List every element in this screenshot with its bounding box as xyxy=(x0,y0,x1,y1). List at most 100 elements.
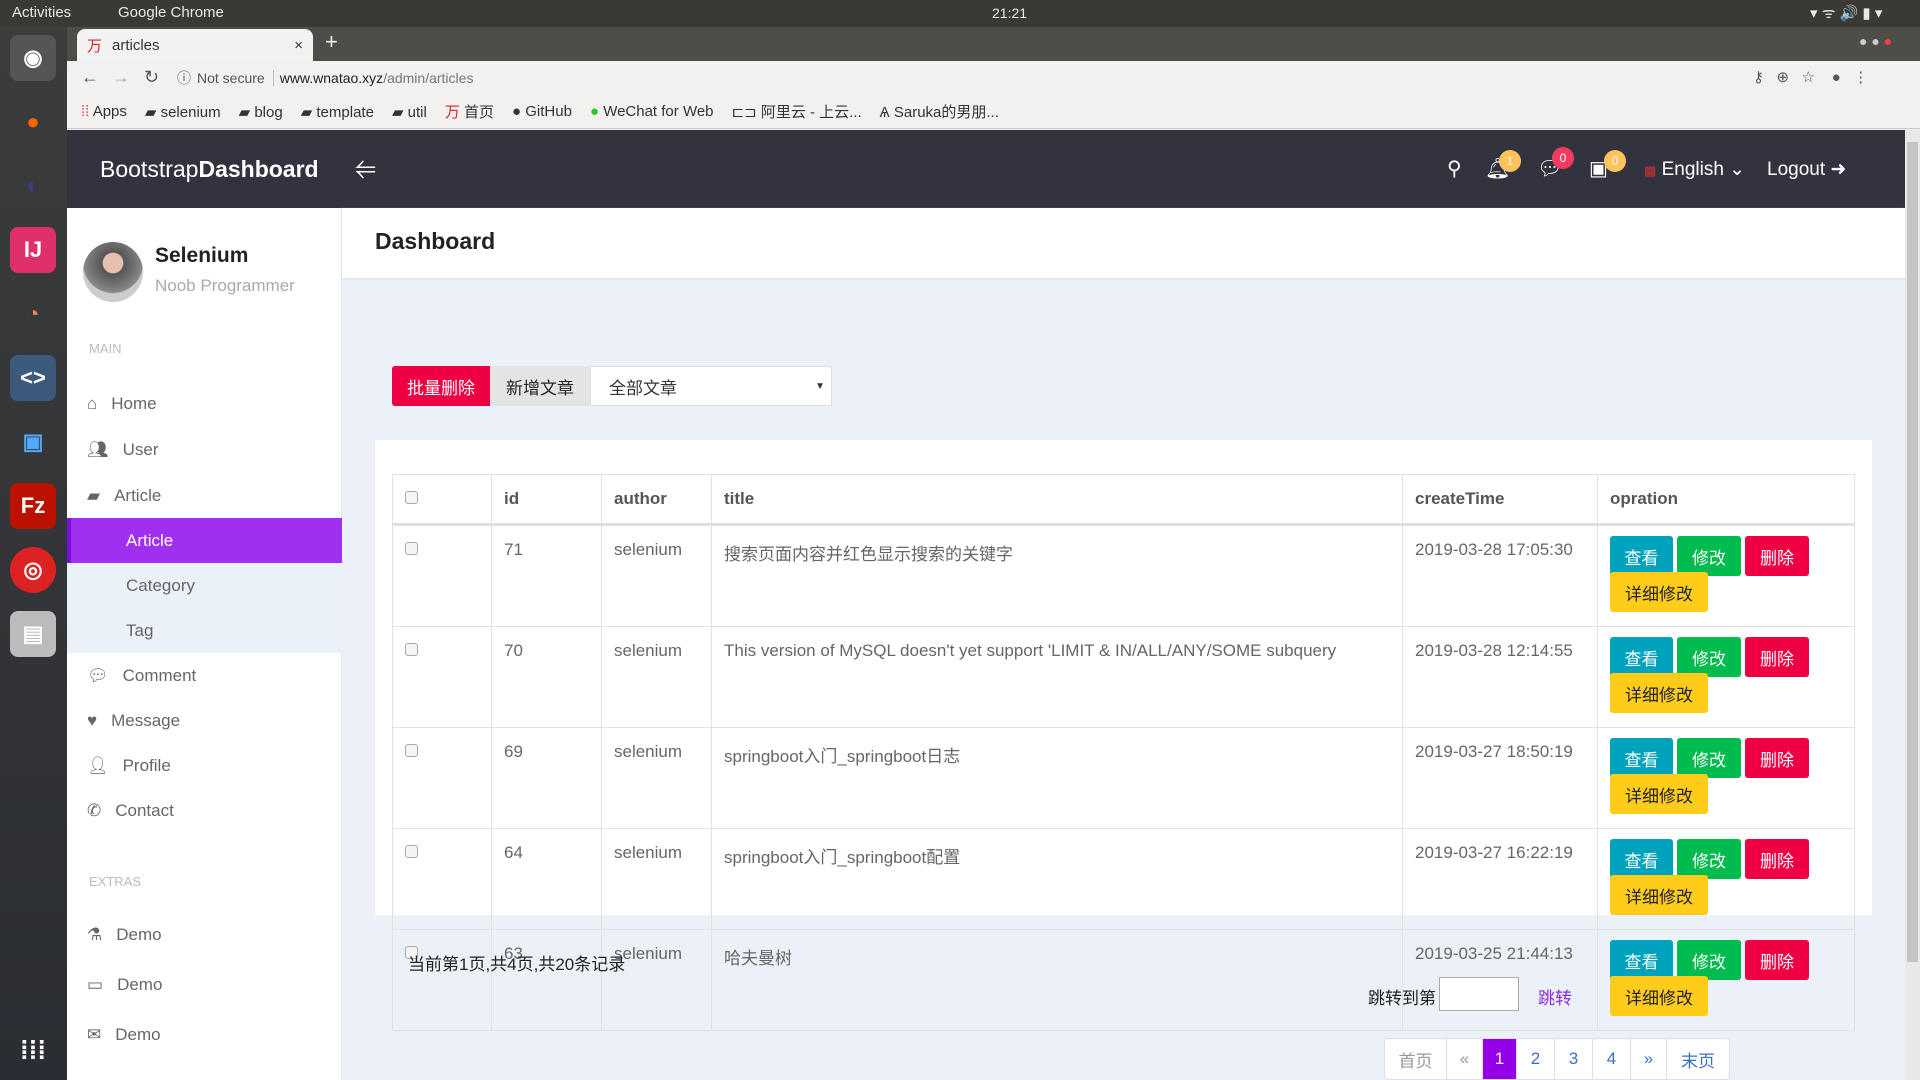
netease-music-icon[interactable]: ◎ xyxy=(10,547,56,593)
bookmark-saruka[interactable]: Ѧ Saruka的男朋... xyxy=(880,101,999,122)
first-page-button[interactable]: 首页 xyxy=(1385,1039,1447,1079)
url-host: www.wnatao.xyz xyxy=(279,70,384,86)
window-controls[interactable]: ● ● ● xyxy=(1859,33,1913,49)
detail-edit-button[interactable]: 详细修改 xyxy=(1610,572,1708,612)
firefox-icon[interactable]: ● xyxy=(10,99,56,145)
view-button[interactable]: 查看 xyxy=(1610,738,1673,778)
chrome-icon[interactable]: ◉ xyxy=(10,35,56,81)
sidebar-item-message[interactable]: ♥ Message xyxy=(67,698,342,743)
remote-desktop-icon[interactable]: ▣ xyxy=(10,419,56,465)
bookmark-github[interactable]: ● GitHub xyxy=(512,103,572,120)
detail-edit-button[interactable]: 详细修改 xyxy=(1610,774,1708,814)
search-icon[interactable]: ⚲ xyxy=(1447,156,1462,181)
bookmark-apps[interactable]: ⁞⁞ Apps xyxy=(81,103,127,120)
clock[interactable]: 21:21 xyxy=(992,5,1027,21)
edit-button[interactable]: 修改 xyxy=(1677,536,1741,576)
view-button[interactable]: 查看 xyxy=(1610,839,1673,879)
jump-button[interactable]: 跳转 xyxy=(1538,984,1572,1009)
edit-button[interactable]: 修改 xyxy=(1677,940,1741,980)
bookmark-home[interactable]: 万 首页 xyxy=(445,101,494,122)
sidebar-item-profile[interactable]: 👤︎ Profile xyxy=(67,743,342,788)
row-checkbox[interactable] xyxy=(405,744,418,757)
menu-toggle-icon[interactable]: ⥢ xyxy=(355,152,376,184)
app-icon[interactable]: ◔ xyxy=(10,291,56,337)
extras-section-heading: EXTRAS xyxy=(89,874,142,889)
back-icon[interactable]: ← xyxy=(81,67,99,88)
intellij-icon[interactable]: IJ xyxy=(10,227,56,273)
activities-button[interactable]: Activities xyxy=(12,4,71,21)
edit-button[interactable]: 修改 xyxy=(1677,738,1741,778)
delete-button[interactable]: 删除 xyxy=(1745,536,1809,576)
filezilla-icon[interactable]: Fz xyxy=(10,483,56,529)
new-article-button[interactable]: 新增文章 xyxy=(490,366,590,406)
sidebar-subitem-category[interactable]: Category xyxy=(67,563,342,608)
batch-delete-button[interactable]: 批量删除 xyxy=(392,366,490,406)
sidebar-item-demo-3[interactable]: ✉ Demo xyxy=(67,1012,342,1057)
sidebar-item-demo-1[interactable]: ⚗ Demo xyxy=(67,912,342,957)
bookmark-aliyun[interactable]: ⊏⊐ 阿里云 - 上云... xyxy=(732,101,862,122)
select-all-checkbox[interactable] xyxy=(405,491,418,504)
jump-page-input[interactable] xyxy=(1439,977,1519,1011)
edit-button[interactable]: 修改 xyxy=(1677,839,1741,879)
show-apps-icon[interactable]: ⁞⁞⁞ xyxy=(10,1027,56,1073)
detail-edit-button[interactable]: 详细修改 xyxy=(1610,673,1708,713)
delete-button[interactable]: 删除 xyxy=(1745,738,1809,778)
eclipse-icon[interactable]: ◐ xyxy=(10,163,56,209)
delete-button[interactable]: 删除 xyxy=(1745,839,1809,879)
language-dropdown[interactable]: ▩ English ⌄ xyxy=(1644,158,1745,181)
view-button[interactable]: 查看 xyxy=(1610,637,1673,677)
column-header-author: author xyxy=(601,474,712,526)
brand-logo[interactable]: BootstrapDashboard xyxy=(100,156,319,183)
page-1-button[interactable]: 1 xyxy=(1483,1039,1517,1079)
delete-button[interactable]: 删除 xyxy=(1745,940,1809,980)
view-button[interactable]: 查看 xyxy=(1610,940,1673,980)
last-page-button[interactable]: 末页 xyxy=(1667,1039,1729,1079)
edit-button[interactable]: 修改 xyxy=(1677,637,1741,677)
next-page-button[interactable]: » xyxy=(1631,1039,1667,1079)
view-button[interactable]: 查看 xyxy=(1610,536,1673,576)
cell-author: selenium xyxy=(601,828,712,930)
sidebar: Selenium Noob Programmer MAIN ⌂ Home 👥︎ Us… xyxy=(67,208,342,1080)
page-scrollbar[interactable] xyxy=(1905,130,1920,1080)
system-tray-icons[interactable]: ▾ ᯤ 🔊 ▮ ▾ xyxy=(1810,3,1882,23)
sidebar-item-contact[interactable]: ✆ Contact xyxy=(67,788,342,833)
close-tab-icon[interactable]: × xyxy=(294,37,303,54)
bookmark-template[interactable]: ▰ template xyxy=(301,103,374,121)
files-icon[interactable]: ▤ xyxy=(10,611,56,657)
sidebar-item-article[interactable]: ▰ Article xyxy=(67,473,342,518)
page-2-button[interactable]: 2 xyxy=(1517,1039,1555,1079)
reload-icon[interactable]: ↻ xyxy=(144,67,159,88)
forward-icon[interactable]: → xyxy=(112,67,130,88)
bookmark-wechat[interactable]: ● WeChat for Web xyxy=(590,103,714,120)
page-3-button[interactable]: 3 xyxy=(1555,1039,1593,1079)
browser-action-icons[interactable]: ⚷ ⊕ ☆ ● ⋮ xyxy=(1753,68,1868,86)
detail-edit-button[interactable]: 详细修改 xyxy=(1610,976,1708,1016)
bookmark-util[interactable]: ▰ util xyxy=(392,103,427,121)
column-header-createtime: createTime xyxy=(1402,474,1598,526)
url-field[interactable]: ⓘ Not secure www.wnatao.xyz/admin/articl… xyxy=(177,64,1777,92)
sidebar-item-user[interactable]: 👥︎ User xyxy=(67,427,342,472)
row-checkbox[interactable] xyxy=(405,542,418,555)
row-checkbox[interactable] xyxy=(405,643,418,656)
delete-button[interactable]: 删除 xyxy=(1745,637,1809,677)
bookmark-selenium[interactable]: ▰ selenium xyxy=(145,103,221,121)
code-editor-icon[interactable]: <> xyxy=(10,355,56,401)
tab-articles[interactable]: 万 articles × xyxy=(77,29,313,61)
sidebar-item-comment[interactable]: 💬︎ Comment xyxy=(67,653,342,698)
prev-page-button[interactable]: « xyxy=(1447,1039,1483,1079)
cell-id: 64 xyxy=(491,828,602,930)
logout-link[interactable]: Logout ➜ xyxy=(1767,158,1846,181)
article-filter-select[interactable]: 全部文章 ▼ xyxy=(590,366,832,406)
new-tab-button[interactable]: + xyxy=(325,29,338,55)
sidebar-subitem-article[interactable]: Article xyxy=(67,518,342,563)
scrollbar-thumb[interactable] xyxy=(1907,142,1918,962)
cell-title: 哈夫曼树 xyxy=(711,929,1403,1031)
app-menu[interactable]: Google Chrome xyxy=(118,4,224,21)
page-4-button[interactable]: 4 xyxy=(1593,1039,1631,1079)
sidebar-item-demo-2[interactable]: ▭ Demo xyxy=(67,962,342,1007)
sidebar-subitem-tag[interactable]: Tag xyxy=(67,608,342,653)
bookmark-blog[interactable]: ▰ blog xyxy=(239,103,283,121)
sidebar-item-home[interactable]: ⌂ Home xyxy=(67,381,342,426)
row-checkbox[interactable] xyxy=(405,845,418,858)
detail-edit-button[interactable]: 详细修改 xyxy=(1610,875,1708,915)
